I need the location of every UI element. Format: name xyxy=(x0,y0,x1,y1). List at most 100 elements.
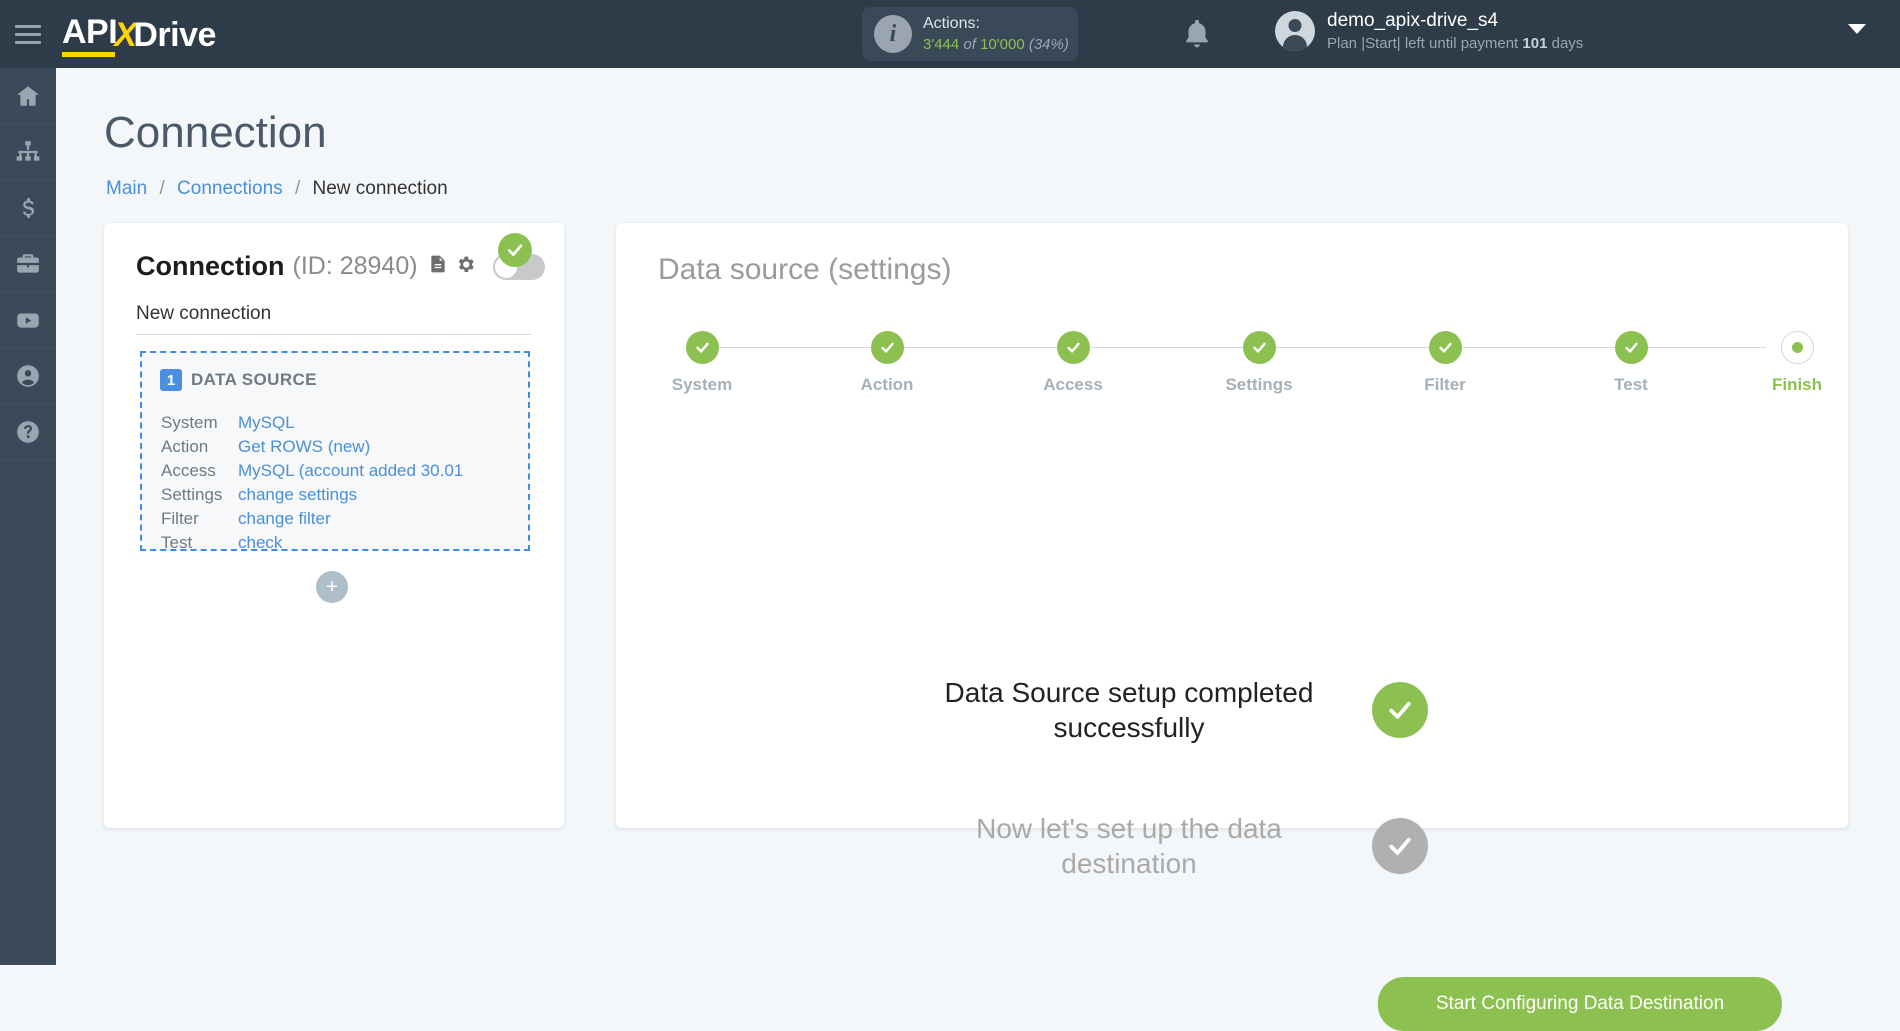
row-key: Settings xyxy=(161,484,223,504)
table-row: System MySQL xyxy=(161,411,463,435)
connection-card-header: Connection (ID: 28940) xyxy=(136,251,545,282)
info-icon: i xyxy=(874,15,912,53)
setup-stepper: System Action Access Settings Filter Tes… xyxy=(654,331,1822,401)
plan-suffix: days xyxy=(1551,34,1584,52)
left-sidebar xyxy=(0,68,56,965)
check-icon xyxy=(1056,331,1090,364)
breadcrumb-separator-2: / xyxy=(294,178,301,199)
table-row: Filter change filter xyxy=(161,507,463,531)
step-label: Filter xyxy=(1424,375,1466,394)
row-value[interactable]: change settings xyxy=(238,483,357,507)
page-title: Connection xyxy=(104,108,327,157)
connection-id: (ID: 28940) xyxy=(292,252,418,280)
step-test[interactable]: Test xyxy=(1571,331,1691,395)
user-menu[interactable]: demo_apix-drive_s4 Plan |Start| left unt… xyxy=(1275,9,1583,53)
data-source-block[interactable]: 1 DATA SOURCE System MySQL Action Get RO… xyxy=(140,351,530,552)
gear-icon[interactable] xyxy=(455,254,476,280)
user-plan: Plan |Start| left until payment 101 days xyxy=(1327,34,1583,54)
step-label: Settings xyxy=(1225,375,1293,394)
step-filter[interactable]: Filter xyxy=(1385,331,1505,395)
row-key: Filter xyxy=(161,508,199,528)
row-key: Test xyxy=(161,532,193,552)
sidebar-item-video[interactable] xyxy=(0,292,56,348)
step-label: System xyxy=(671,375,733,394)
table-row: Test check xyxy=(161,531,463,555)
actions-percent: (34%) xyxy=(1028,35,1069,53)
sidebar-item-connections[interactable] xyxy=(0,124,56,180)
next-step-message: Now let's set up the data destination xyxy=(976,813,1282,879)
notifications-bell-icon[interactable] xyxy=(1180,16,1214,52)
data-source-step-number: 1 xyxy=(160,369,182,391)
apixdrive-logo[interactable]: API X Drive xyxy=(62,13,216,57)
sidebar-item-home[interactable] xyxy=(0,68,56,124)
step-label: Finish xyxy=(1771,375,1823,394)
step-access[interactable]: Access xyxy=(1013,331,1133,395)
data-source-label: DATA SOURCE xyxy=(191,370,317,389)
step-settings[interactable]: Settings xyxy=(1199,331,1319,395)
row-value[interactable]: MySQL (account added 30.01 xyxy=(238,459,463,483)
pending-check-icon xyxy=(1372,818,1428,874)
panel-title-main: Data source xyxy=(658,253,820,286)
success-message: Data Source setup completed successfully xyxy=(944,677,1314,743)
actions-of: of xyxy=(963,35,976,53)
check-icon xyxy=(870,331,904,364)
success-check-icon xyxy=(1372,682,1428,738)
sidebar-item-help[interactable] xyxy=(0,404,56,460)
page-content: Connection Main / Connections / New conn… xyxy=(56,68,1900,1031)
step-label: Test xyxy=(1614,375,1648,394)
breadcrumb-main[interactable]: Main xyxy=(106,178,147,199)
step-finish[interactable]: Finish xyxy=(1737,331,1857,395)
panel-title-sub: (settings) xyxy=(828,253,952,286)
breadcrumb-separator-1: / xyxy=(159,178,165,199)
actions-total: 10'000 xyxy=(980,35,1025,53)
row-value[interactable]: MySQL xyxy=(238,411,295,435)
sidebar-item-billing[interactable] xyxy=(0,180,56,236)
connection-title: Connection xyxy=(136,251,285,281)
success-message-row: Data Source setup completed successfully xyxy=(934,675,1428,745)
data-source-heading: 1 DATA SOURCE xyxy=(160,369,317,391)
user-name: demo_apix-drive_s4 xyxy=(1327,10,1499,31)
check-icon xyxy=(685,331,719,364)
row-key: System xyxy=(161,413,218,432)
panel-title: Data source (settings) xyxy=(658,253,951,287)
step-system[interactable]: System xyxy=(642,331,762,395)
sidebar-item-account[interactable] xyxy=(0,348,56,404)
row-value[interactable]: Get ROWS (new) xyxy=(238,435,370,459)
table-row: Settings change settings xyxy=(161,483,463,507)
step-label: Action xyxy=(860,375,914,394)
data-source-complete-check-icon xyxy=(498,233,532,267)
table-row: Access MySQL (account added 30.01 xyxy=(161,459,463,483)
actions-stat: 3'444 of 10'000 (34%) xyxy=(923,35,1069,54)
avatar xyxy=(1275,11,1315,52)
step-action[interactable]: Action xyxy=(827,331,947,395)
actions-used: 3'444 xyxy=(923,35,960,53)
top-header: API X Drive i Actions: 3'444 of 10'000 (34… xyxy=(0,0,1900,68)
next-step-message-row: Now let's set up the data destination xyxy=(934,811,1428,881)
check-icon xyxy=(1428,331,1462,364)
chevron-down-icon[interactable] xyxy=(1848,24,1866,34)
check-icon xyxy=(1614,331,1648,364)
table-row: Action Get ROWS (new) xyxy=(161,435,463,459)
breadcrumb-connections[interactable]: Connections xyxy=(177,178,283,199)
step-label: Access xyxy=(1043,375,1103,394)
add-step-button[interactable]: + xyxy=(316,571,348,603)
current-step-indicator xyxy=(1780,331,1814,364)
plan-prefix: Plan |Start| left until payment xyxy=(1327,34,1519,52)
data-source-rows: System MySQL Action Get ROWS (new) Acces… xyxy=(161,411,463,555)
actions-quota-box[interactable]: i Actions: 3'444 of 10'000 (34%) xyxy=(862,7,1078,61)
check-icon xyxy=(1242,331,1276,364)
connection-name[interactable]: New connection xyxy=(136,303,532,335)
data-source-settings-panel: Data source (settings) System Action Acc… xyxy=(616,223,1848,1031)
row-key: Action xyxy=(161,436,209,456)
hamburger-icon[interactable] xyxy=(0,0,56,68)
logo-part-drive: Drive xyxy=(133,16,216,54)
actions-label: Actions: xyxy=(923,15,980,33)
start-configuring-data-destination-button[interactable]: Start Configuring Data Destination xyxy=(1377,977,1783,1031)
plan-days: 101 xyxy=(1522,34,1548,52)
breadcrumb-current: New connection xyxy=(312,178,448,199)
sidebar-item-briefcase[interactable] xyxy=(0,236,56,292)
document-icon[interactable] xyxy=(428,253,448,280)
row-value[interactable]: check xyxy=(238,531,282,555)
connection-card: Connection (ID: 28940) New connection 1 … xyxy=(104,223,564,828)
row-value[interactable]: change filter xyxy=(238,507,331,531)
